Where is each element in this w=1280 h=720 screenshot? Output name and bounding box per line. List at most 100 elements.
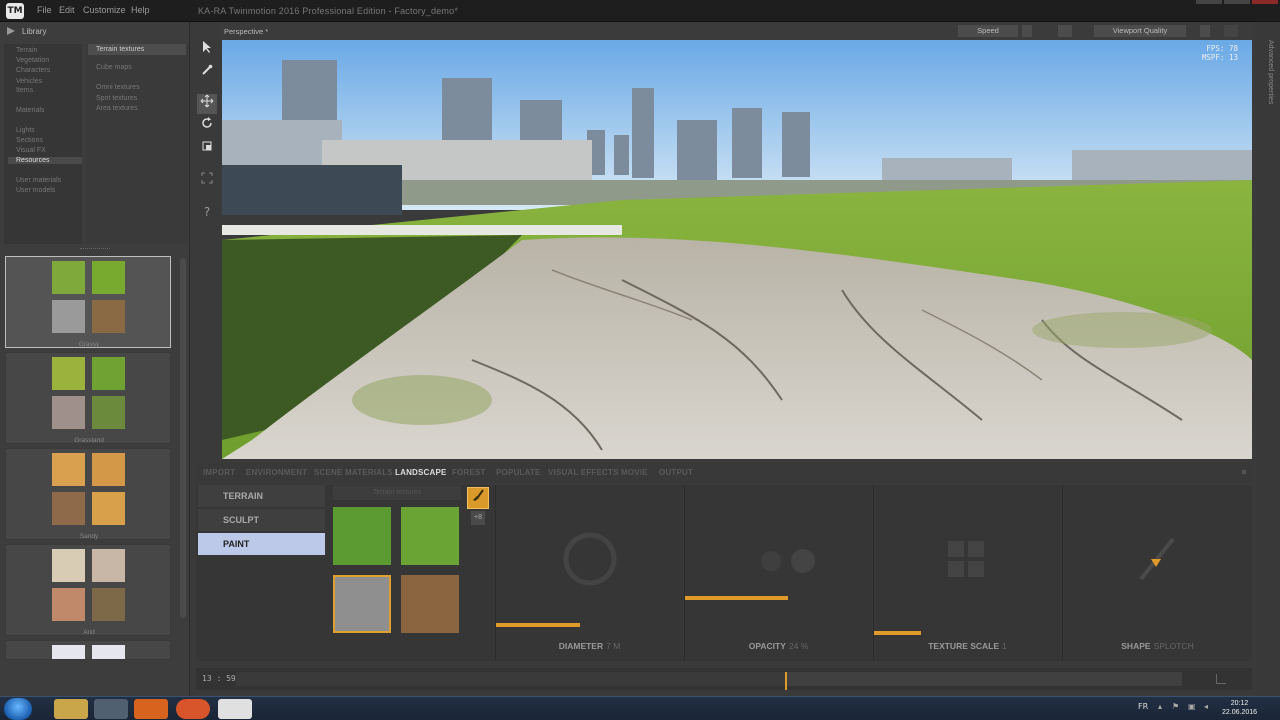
paint-texture-slot[interactable] xyxy=(401,507,459,565)
add-texture-button[interactable]: +8 xyxy=(471,511,485,525)
texture-set-snow[interactable] xyxy=(5,640,171,660)
rotate-icon[interactable] xyxy=(197,116,217,136)
mode-paint[interactable]: PAINT xyxy=(198,533,325,555)
category-items[interactable]: Items xyxy=(16,87,33,94)
category-vehicles[interactable]: Vehicles xyxy=(16,78,42,85)
tray-volume-icon[interactable]: ◂ xyxy=(1204,702,1208,711)
paint-texture-slot[interactable] xyxy=(333,575,391,633)
twinmotion-taskbar-icon[interactable] xyxy=(218,699,252,719)
param-texture-scale[interactable]: TEXTURE SCALE 1 xyxy=(873,485,1061,661)
subcategory-omni-textures[interactable]: Omni textures xyxy=(96,84,140,91)
select-arrow-icon[interactable] xyxy=(197,40,217,60)
tab-scene-materials[interactable]: SCENE MATERIALS xyxy=(314,468,393,477)
category-vegetation[interactable]: Vegetation xyxy=(16,57,49,64)
firefox-icon[interactable] xyxy=(176,699,210,719)
tray-arrow-icon[interactable]: ▴ xyxy=(1158,702,1162,711)
window-title: KA-RA Twinmotion 2016 Professional Editi… xyxy=(197,6,459,16)
move-icon[interactable] xyxy=(197,94,217,114)
subcategory-spot-textures[interactable]: Spot textures xyxy=(96,95,137,102)
texture-set-label: Grassy xyxy=(78,341,100,348)
category-user-models[interactable]: User models xyxy=(16,187,55,194)
timeline-track[interactable] xyxy=(236,672,1182,690)
paint-texture-slot[interactable] xyxy=(333,507,391,565)
subcategory-terrain-textures[interactable]: Terrain textures xyxy=(88,44,186,55)
tab-populate[interactable]: POPULATE xyxy=(496,468,541,477)
close-button[interactable] xyxy=(1252,0,1278,4)
category-user-materials[interactable]: User materials xyxy=(16,177,61,184)
texture-set-arid[interactable]: Arid xyxy=(5,544,171,636)
category-visual-fx[interactable]: Visual FX xyxy=(16,147,46,154)
category-characters[interactable]: Characters xyxy=(16,67,50,74)
diameter-label: DIAMETER 7 M xyxy=(558,641,621,651)
library-toggle-icon xyxy=(7,27,15,35)
tab-landscape[interactable]: LANDSCAPE xyxy=(395,468,447,477)
windows-taskbar: FR ▴ ⚑ ▣ ◂ 20:12 22.06.2016 xyxy=(0,696,1280,720)
subcategory-area-textures[interactable]: Area textures xyxy=(96,105,138,112)
taskbar-clock[interactable]: 20:12 22.06.2016 xyxy=(1222,699,1257,717)
library-header[interactable]: Library xyxy=(6,26,46,38)
category-resources[interactable]: Resources xyxy=(8,157,82,164)
tool-column: ? xyxy=(195,40,219,230)
paint-texture-slot[interactable] xyxy=(401,575,459,633)
texture-search-field[interactable]: Terrain textures xyxy=(333,486,461,500)
language-indicator[interactable]: FR xyxy=(1138,702,1148,711)
speed-dropdown[interactable] xyxy=(1022,25,1032,37)
tray-flag-icon[interactable]: ⚑ xyxy=(1172,702,1179,711)
viewport-camera-label[interactable]: Perspective * xyxy=(224,27,268,36)
mode-sculpt[interactable]: SCULPT xyxy=(198,509,325,531)
opacity-icon xyxy=(761,549,815,573)
texture-set-grassland[interactable]: Grassland xyxy=(5,352,171,444)
tab-forest[interactable]: FOREST xyxy=(452,468,486,477)
diameter-bar[interactable] xyxy=(496,623,581,627)
panel-resize-grip[interactable] xyxy=(80,248,110,251)
timeline-playhead[interactable] xyxy=(784,672,787,690)
swatch xyxy=(92,492,125,525)
category-terrain[interactable]: Terrain xyxy=(16,47,37,54)
viewport-quality-button[interactable]: Viewport Quality xyxy=(1094,25,1186,37)
tab-import[interactable]: IMPORT xyxy=(203,468,235,477)
category-materials[interactable]: Materials xyxy=(16,107,44,114)
maximize-button[interactable] xyxy=(1224,0,1250,4)
tab-environment[interactable]: ENVIRONMENT xyxy=(246,468,307,477)
fit-view-icon[interactable] xyxy=(197,170,217,190)
opacity-bar[interactable] xyxy=(685,596,788,600)
texture-set-sandy[interactable]: Sandy xyxy=(5,448,171,540)
subcategory-cube-maps[interactable]: Cube maps xyxy=(96,64,132,71)
library-scrollbar[interactable] xyxy=(180,258,186,618)
scale-icon[interactable] xyxy=(197,138,217,158)
texture-scale-bar[interactable] xyxy=(874,631,921,635)
eyedropper-icon[interactable] xyxy=(197,62,217,82)
param-opacity[interactable]: OPACITY 24 % xyxy=(684,485,872,661)
swatch xyxy=(92,645,125,659)
tab-output[interactable]: OUTPUT xyxy=(659,468,693,477)
tray-network-icon[interactable]: ▣ xyxy=(1188,702,1196,711)
title-bar: TM File Edit Customize Help KA-RA Twinmo… xyxy=(0,0,1280,22)
texture-set-grassy[interactable]: Grassy xyxy=(5,256,171,348)
speed-button[interactable]: Speed xyxy=(958,25,1018,37)
timeline-progress xyxy=(236,672,785,686)
advanced-properties-label[interactable]: Advanced properties xyxy=(1260,40,1274,130)
tab-visual-effects[interactable]: VISUAL EFFECTS xyxy=(548,468,619,477)
media-player-icon[interactable] xyxy=(134,699,168,719)
clock-date: 22.06.2016 xyxy=(1222,709,1258,716)
tabs-expand-icon[interactable] xyxy=(1242,470,1246,474)
swatch xyxy=(92,357,125,390)
param-diameter[interactable]: DIAMETER 7 M xyxy=(495,485,683,661)
help-icon[interactable]: ? xyxy=(197,202,217,222)
drive-icon[interactable] xyxy=(94,699,128,719)
quality-dropdown[interactable] xyxy=(1200,25,1210,37)
person-icon[interactable] xyxy=(1058,25,1072,37)
paint-brush-button[interactable] xyxy=(467,487,489,509)
mode-terrain[interactable]: TERRAIN xyxy=(198,485,325,507)
minimize-button[interactable] xyxy=(1196,0,1222,4)
start-button[interactable] xyxy=(4,698,32,720)
subcategory-list: Terrain textures Cube maps Omni textures… xyxy=(86,44,188,244)
3d-viewport[interactable]: FPS: 78 MSPF: 13 xyxy=(222,40,1252,459)
fullscreen-icon[interactable] xyxy=(1224,25,1238,37)
explorer-icon[interactable] xyxy=(54,699,88,719)
category-lights[interactable]: Lights xyxy=(16,127,35,134)
category-sections[interactable]: Sections xyxy=(16,137,43,144)
param-shape[interactable]: SHAPE SPLOTCH xyxy=(1062,485,1252,661)
timeline-expand-icon[interactable] xyxy=(1216,674,1226,684)
tab-movie[interactable]: MOVIE xyxy=(621,468,648,477)
